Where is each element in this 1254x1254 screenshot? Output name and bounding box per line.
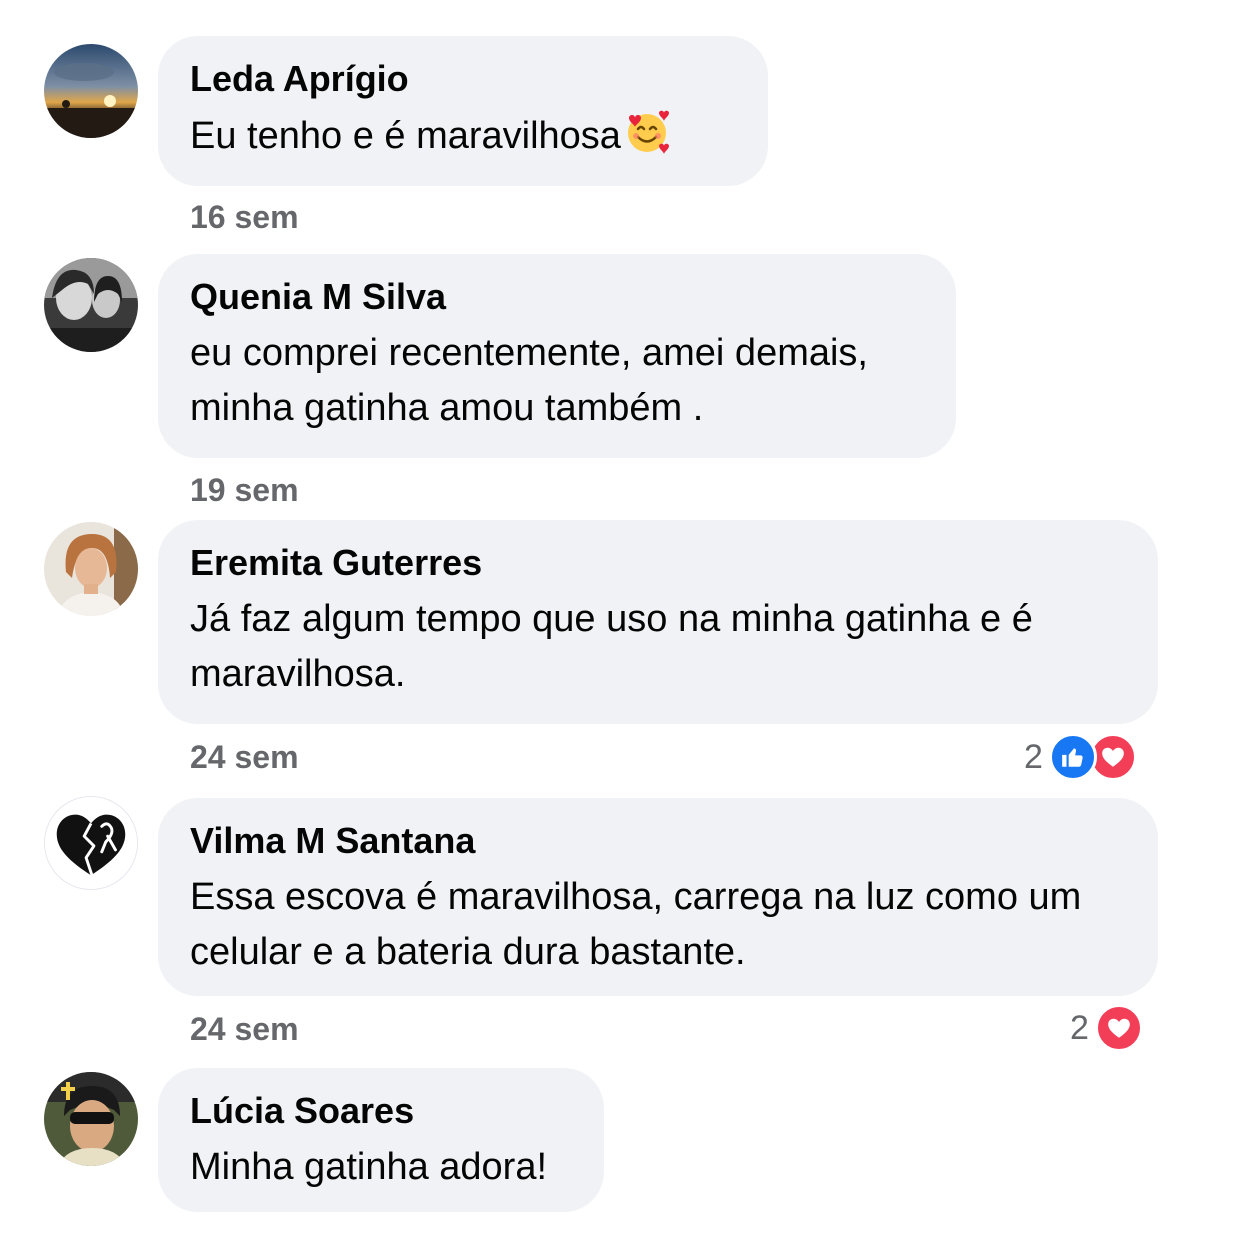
comment-text-line: maravilhosa. (190, 653, 406, 695)
comment-bubble: Lúcia Soares Minha gatinha adora! (158, 1068, 604, 1212)
comment-text-line: minha gatinha amou também . (190, 387, 704, 429)
comment-bubble: Vilma M Santana Essa escova é maravilhos… (158, 798, 1158, 996)
comment-text-line: eu comprei recentemente, amei demais, (190, 332, 868, 374)
comment-timestamp[interactable]: 24 sem (190, 1009, 299, 1049)
broken-heart-icon (45, 797, 137, 889)
comment-bubble: Leda Aprígio Eu tenho e é maravilhosa (158, 36, 768, 186)
comment-author[interactable]: Eremita Guterres (190, 542, 1126, 584)
reaction-summary[interactable]: 2 (1070, 1004, 1143, 1052)
sunset-photo-icon (44, 44, 138, 138)
profile-photo-icon (44, 1072, 138, 1166)
comment-text: Minha gatinha adora! (190, 1146, 548, 1188)
profile-photo-icon (44, 258, 138, 352)
profile-photo-icon (44, 522, 138, 616)
comment-timestamp[interactable]: 19 sem (190, 470, 299, 510)
comment-text-line: Já faz algum tempo que uso na minha gati… (190, 598, 1033, 640)
comment-text-line: celular e a bateria dura bastante. (190, 931, 746, 973)
like-icon (1048, 733, 1097, 781)
comment-text: Eu tenho e é maravilhosa (190, 108, 736, 164)
comment-text: Já faz algum tempo que uso na minha gati… (190, 592, 1126, 702)
comment-author[interactable]: Quenia M Silva (190, 276, 924, 318)
avatar[interactable] (44, 1072, 138, 1166)
comment-author[interactable]: Lúcia Soares (190, 1090, 572, 1132)
avatar[interactable] (44, 258, 138, 352)
smiling-face-with-hearts-icon (627, 110, 669, 154)
comment-timestamp[interactable]: 24 sem (190, 737, 299, 777)
comment-bubble: Quenia M Silva eu comprei recentemente, … (158, 254, 956, 458)
comment-text-line: Essa escova é maravilhosa, carrega na lu… (190, 876, 1082, 918)
comment-feed: Leda Aprígio Eu tenho e é maravilhosa 16… (0, 0, 1254, 1254)
comment-author[interactable]: Vilma M Santana (190, 820, 1126, 862)
reaction-summary[interactable]: 2 (1024, 733, 1137, 781)
reaction-count: 2 (1024, 738, 1043, 776)
love-icon (1094, 1004, 1143, 1052)
avatar[interactable] (44, 796, 138, 890)
reaction-count: 2 (1070, 1009, 1089, 1047)
avatar[interactable] (44, 522, 138, 616)
comment-bubble: Eremita Guterres Já faz algum tempo que … (158, 520, 1158, 724)
comment-text: Essa escova é maravilhosa, carrega na lu… (190, 870, 1126, 980)
comment-timestamp[interactable]: 16 sem (190, 197, 299, 237)
comment-author[interactable]: Leda Aprígio (190, 58, 736, 100)
comment-text-content: Eu tenho e é maravilhosa (190, 115, 621, 157)
avatar[interactable] (44, 44, 138, 138)
comment-text: eu comprei recentemente, amei demais, mi… (190, 326, 924, 436)
